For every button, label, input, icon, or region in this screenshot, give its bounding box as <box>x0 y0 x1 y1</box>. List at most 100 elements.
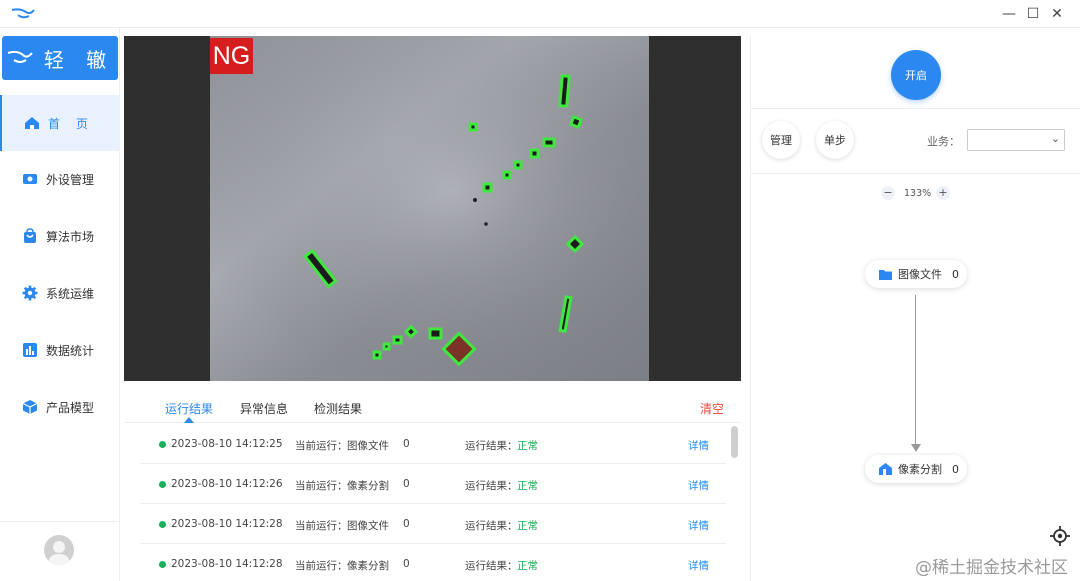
locate-icon[interactable] <box>1050 526 1070 546</box>
flow-node-count: 0 <box>952 462 959 476</box>
status-dot <box>159 521 166 528</box>
bar-chart-icon <box>23 343 37 357</box>
row-run-label: 当前运行： <box>295 480 348 492</box>
sidebar: 轻 辙 首 页 外设管理 算法市场 系统运维 数据统计 产品模型 <box>0 28 120 581</box>
row-step: 像素分割 <box>347 560 389 572</box>
sidebar-item-peripherals[interactable]: 外设管理 <box>0 151 120 207</box>
ng-badge: NG <box>210 38 253 74</box>
sidebar-item-product-model[interactable]: 产品模型 <box>0 379 120 435</box>
flow-node-label: 图像文件 <box>898 268 942 281</box>
row-result: 正常 <box>517 560 538 572</box>
row-result: 正常 <box>517 440 538 452</box>
row-run-label: 当前运行： <box>295 440 348 452</box>
camera-icon <box>23 174 37 184</box>
row-count: 0 <box>403 558 410 570</box>
flow-edge-arrow <box>911 444 921 452</box>
row-result-label: 运行结果： <box>465 520 518 532</box>
row-detail-link[interactable]: 详情 <box>688 478 709 493</box>
segment-icon <box>879 463 892 475</box>
row-detail-link[interactable]: 详情 <box>688 518 709 533</box>
sidebar-item-algorithm-market[interactable]: 算法市场 <box>0 208 120 264</box>
row-result-label: 运行结果： <box>465 480 518 492</box>
row-run-label: 当前运行： <box>295 520 348 532</box>
table-row: 2023-08-10 14:12:25 当前运行： 图像文件 0 运行结果： 正… <box>140 424 726 464</box>
close-button[interactable]: ✕ <box>1046 4 1068 24</box>
row-time: 2023-08-10 14:12:28 <box>171 518 283 530</box>
zoom-in-button[interactable]: + <box>936 186 950 200</box>
user-avatar-icon <box>48 541 70 565</box>
status-dot <box>159 561 166 568</box>
brand-logo-icon <box>7 50 33 63</box>
table-row: 2023-08-10 14:12:28 当前运行： 图像文件 0 运行结果： 正… <box>140 504 726 544</box>
panel-divider <box>751 173 1080 174</box>
watermark: @稀土掘金技术社区 <box>915 558 1068 578</box>
active-tab-indicator <box>184 417 194 423</box>
row-count: 0 <box>403 438 410 450</box>
cube-icon <box>22 400 38 414</box>
row-run-label: 当前运行： <box>295 560 348 572</box>
status-dot <box>159 441 166 448</box>
row-step: 图像文件 <box>347 520 389 532</box>
row-result: 正常 <box>517 520 538 532</box>
step-button[interactable]: 单步 <box>816 121 854 159</box>
row-step: 图像文件 <box>347 440 389 452</box>
app-logo-icon <box>11 8 35 19</box>
tab-exception-info[interactable]: 异常信息 <box>240 400 288 417</box>
brand-name: 轻 辙 <box>43 47 115 72</box>
sidebar-item-label: 外设管理 <box>46 172 95 187</box>
tab-detection-results[interactable]: 检测结果 <box>314 400 362 417</box>
sidebar-item-label: 首 页 <box>48 116 91 131</box>
row-time: 2023-08-10 14:12:26 <box>171 478 283 490</box>
maximize-button[interactable]: ☐ <box>1022 4 1044 24</box>
zoom-level: 133% <box>904 188 932 199</box>
sidebar-item-label: 数据统计 <box>46 343 95 358</box>
home-icon <box>25 117 39 129</box>
image-viewer[interactable]: NG <box>124 36 741 381</box>
flow-node-image-file[interactable]: 图像文件 0 <box>865 260 967 288</box>
flow-node-count: 0 <box>952 267 959 281</box>
shopping-bag-icon <box>24 228 36 243</box>
result-tabs: 运行结果 异常信息 检测结果 清空 <box>124 393 741 423</box>
row-count: 0 <box>403 518 410 530</box>
avatar[interactable] <box>44 535 74 565</box>
table-row: 2023-08-10 14:12:26 当前运行： 像素分割 0 运行结果： 正… <box>140 464 726 504</box>
business-select[interactable]: ⌄ <box>967 129 1065 151</box>
sidebar-item-label: 算法市场 <box>46 229 95 244</box>
results-scrollbar[interactable] <box>731 426 738 458</box>
sidebar-item-home[interactable]: 首 页 <box>0 95 120 151</box>
row-step: 像素分割 <box>347 480 389 492</box>
row-result-label: 运行结果： <box>465 560 518 572</box>
chevron-down-icon: ⌄ <box>1050 132 1060 145</box>
sidebar-item-system-ops[interactable]: 系统运维 <box>0 265 120 321</box>
folder-icon <box>879 269 892 280</box>
flow-panel: 开启 管理 单步 业务： ⌄ − 133% + 图像文件 0 像素分割 0 <box>750 36 1080 581</box>
start-button[interactable]: 开启 <box>891 50 941 100</box>
row-time: 2023-08-10 14:12:25 <box>171 438 283 450</box>
zoom-out-button[interactable]: − <box>881 186 895 200</box>
panel-divider <box>751 108 1080 109</box>
minimize-button[interactable]: — <box>998 4 1020 24</box>
row-time: 2023-08-10 14:12:28 <box>171 558 283 570</box>
sidebar-item-label: 产品模型 <box>46 400 95 415</box>
row-detail-link[interactable]: 详情 <box>688 438 709 453</box>
gear-icon <box>22 285 38 301</box>
inspection-image <box>210 36 649 381</box>
sidebar-item-statistics[interactable]: 数据统计 <box>0 322 120 378</box>
row-detail-link[interactable]: 详情 <box>688 558 709 573</box>
business-label: 业务： <box>927 135 960 148</box>
sidebar-item-label: 系统运维 <box>46 286 95 301</box>
flow-node-pixel-segmentation[interactable]: 像素分割 0 <box>865 455 967 483</box>
brand-logo: 轻 辙 <box>2 36 118 80</box>
tab-run-results[interactable]: 运行结果 <box>165 400 213 417</box>
manage-button[interactable]: 管理 <box>762 121 800 159</box>
row-result: 正常 <box>517 480 538 492</box>
row-result-label: 运行结果： <box>465 440 518 452</box>
flow-node-label: 像素分割 <box>898 463 942 476</box>
flow-edge <box>915 295 916 447</box>
sidebar-divider <box>0 521 120 522</box>
table-row: 2023-08-10 14:12:28 当前运行： 像素分割 0 运行结果： 正… <box>140 544 726 581</box>
row-count: 0 <box>403 478 410 490</box>
title-bar: — ☐ ✕ <box>0 0 1080 28</box>
status-dot <box>159 481 166 488</box>
clear-button[interactable]: 清空 <box>700 400 724 417</box>
